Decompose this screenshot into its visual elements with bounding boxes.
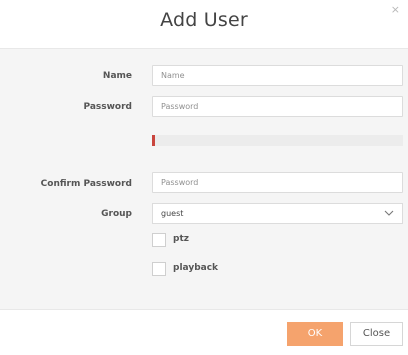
dialog-body: Name Password Confirm Password Group gue… — [0, 49, 408, 309]
close-button[interactable]: Close — [350, 322, 403, 346]
password-input[interactable] — [152, 96, 403, 117]
name-input[interactable] — [152, 65, 403, 86]
playback-checkbox[interactable] — [152, 262, 166, 276]
confirm-password-label: Confirm Password — [40, 179, 132, 189]
password-strength-fill — [152, 135, 155, 146]
chevron-down-icon — [384, 210, 394, 216]
group-label: Group — [101, 209, 132, 219]
name-label: Name — [102, 71, 132, 81]
group-select[interactable]: guest — [152, 203, 403, 224]
password-strength-bar — [152, 135, 403, 146]
ok-button[interactable]: OK — [287, 322, 343, 346]
confirm-password-input[interactable] — [152, 172, 403, 193]
close-icon[interactable]: × — [391, 4, 400, 15]
dialog-header: Add User × — [0, 0, 408, 49]
playback-label: playback — [173, 263, 219, 273]
dialog-footer: OK Close — [0, 309, 408, 355]
password-label: Password — [83, 102, 132, 112]
ptz-checkbox[interactable] — [152, 233, 166, 247]
ptz-label: ptz — [173, 234, 189, 244]
add-user-dialog: Add User × Name Password Confirm Passwor… — [0, 0, 408, 355]
group-selected-value: guest — [161, 209, 184, 218]
dialog-title: Add User — [160, 9, 248, 31]
